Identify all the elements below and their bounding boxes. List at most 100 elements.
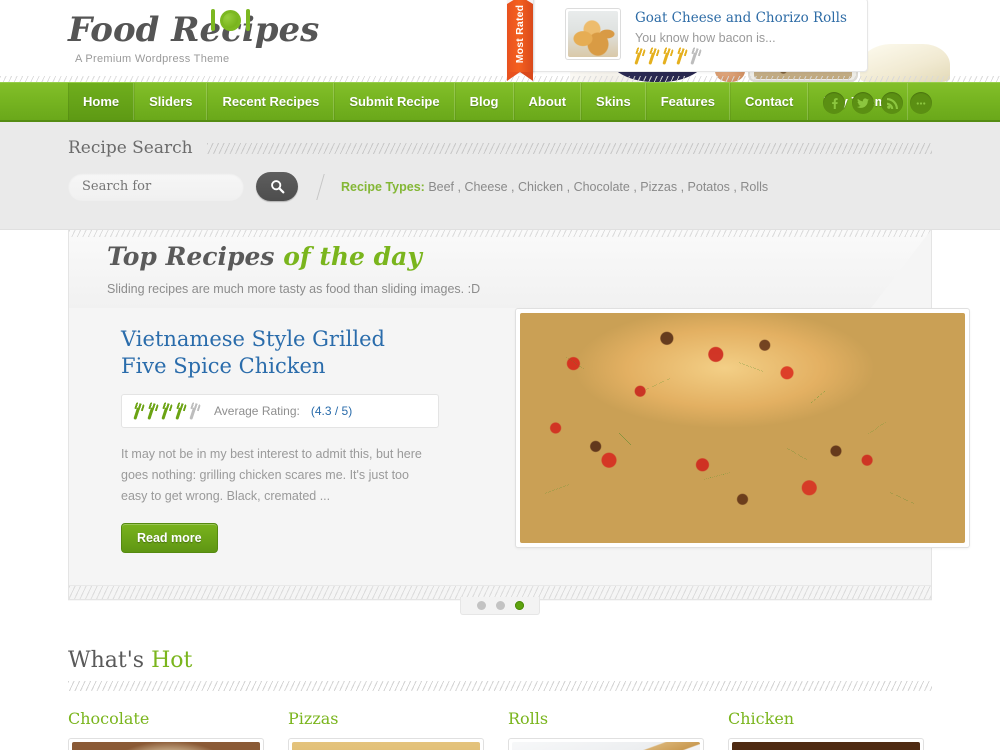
nav-item-submit-recipe[interactable]: Submit Recipe xyxy=(334,83,455,120)
category-title[interactable]: Chocolate xyxy=(68,709,264,728)
recipe-search-title: Recipe Search xyxy=(68,138,193,158)
recipe-type-separator: , xyxy=(563,179,574,194)
recipe-types-label: Recipe Types: xyxy=(341,179,425,194)
slide-image-frame[interactable] xyxy=(515,308,970,548)
category-title[interactable]: Rolls xyxy=(508,709,704,728)
plate-icon xyxy=(220,10,241,31)
nav-item-recent-recipes[interactable]: Recent Recipes xyxy=(207,83,335,120)
category-thumb-image xyxy=(732,742,920,750)
recipe-type-potatos[interactable]: Potatos xyxy=(688,180,730,194)
nav-item-skins[interactable]: Skins xyxy=(581,83,646,120)
slider-pagination xyxy=(460,597,540,615)
facebook-icon[interactable] xyxy=(823,92,845,114)
whats-hot-title: What's Hot xyxy=(68,648,932,673)
recipe-type-chicken[interactable]: Chicken xyxy=(518,180,563,194)
slider-dot-3[interactable] xyxy=(514,601,524,610)
site-logo[interactable]: Food Recipes A Premium Wordpress Theme xyxy=(68,8,319,65)
recipe-type-separator: , xyxy=(507,179,518,194)
most-rated-rating-forks xyxy=(633,46,702,65)
whats-hot-title-green: Hot xyxy=(151,648,193,673)
ribbon-notch xyxy=(507,0,533,4)
recipe-search-section: Recipe Search Recipe Types: Beef , Chees… xyxy=(0,122,1000,230)
rating-fork-2 xyxy=(647,46,660,65)
category-thumb-image xyxy=(72,742,260,750)
slider-heading: Top Recipes of the day xyxy=(107,242,422,271)
rating-fork-2 xyxy=(146,401,159,420)
category-thumbnail[interactable] xyxy=(508,738,704,750)
social-links xyxy=(823,83,932,123)
recipe-type-separator: , xyxy=(677,179,688,194)
rating-fork-3 xyxy=(661,46,674,65)
recipe-types-list: Recipe Types: Beef , Cheese , Chicken , … xyxy=(341,180,768,194)
rating-fork-4 xyxy=(174,401,187,420)
category-thumbnail[interactable] xyxy=(288,738,484,750)
category-thumbnail[interactable] xyxy=(68,738,264,750)
category-chocolate: Chocolate xyxy=(68,709,264,750)
recipe-type-beef[interactable]: Beef xyxy=(428,180,454,194)
recipe-type-rolls[interactable]: Rolls xyxy=(740,180,768,194)
rating-fork-3 xyxy=(160,401,173,420)
most-rated-ribbon-label: Most Rated xyxy=(514,4,526,64)
recipe-type-cheese[interactable]: Cheese xyxy=(464,180,507,194)
rating-value: (4.3 / 5) xyxy=(310,404,353,418)
read-more-button[interactable]: Read more xyxy=(121,523,218,553)
nav-item-sliders[interactable]: Sliders xyxy=(134,83,208,120)
recipe-type-separator: , xyxy=(729,179,741,194)
logo-subtitle: A Premium Wordpress Theme xyxy=(75,53,230,65)
slide-content: Vietnamese Style Grilled Five Spice Chic… xyxy=(69,308,970,558)
category-pizzas: Pizzas xyxy=(288,709,484,750)
nav-items: Home Sliders Recent Recipes Submit Recipe Bl… xyxy=(68,83,909,120)
rating-fork-4 xyxy=(675,46,688,65)
category-rolls: Rolls xyxy=(508,709,704,750)
whats-hot-section: What's Hot ChocolatePizzasRollsChicken ☰ xyxy=(68,648,932,750)
slide-recipe-title[interactable]: Vietnamese Style Grilled Five Spice Chic… xyxy=(121,326,409,380)
twitter-icon[interactable] xyxy=(852,92,874,114)
category-title[interactable]: Pizzas xyxy=(288,709,484,728)
rating-fork-1 xyxy=(132,401,145,420)
most-rated-title[interactable]: Goat Cheese and Chorizo Rolls xyxy=(635,10,847,26)
category-thumbnail[interactable] xyxy=(728,738,924,750)
page-root: Food Recipes A Premium Wordpress Theme H… xyxy=(0,0,1000,750)
most-rated-thumb-image xyxy=(568,11,618,57)
category-thumb-image xyxy=(512,742,700,750)
divider-slash xyxy=(316,173,325,200)
category-thumb-image xyxy=(292,742,480,750)
slide-rating-box: Average Rating: (4.3 / 5) xyxy=(121,394,439,428)
slider-dot-1[interactable] xyxy=(476,601,486,610)
slider-heading-green: of the day xyxy=(283,242,422,271)
rating-forks xyxy=(132,401,201,420)
hatch-divider-whats-hot xyxy=(68,681,932,691)
email-icon[interactable] xyxy=(910,92,932,114)
nav-item-home[interactable]: Home xyxy=(68,83,135,120)
search-input[interactable] xyxy=(68,172,244,201)
rating-fork-1 xyxy=(633,46,646,65)
recipe-type-chocolate[interactable]: Chocolate xyxy=(574,180,630,194)
search-button[interactable] xyxy=(256,172,298,201)
slider-subtitle: Sliding recipes are much more tasty as f… xyxy=(107,282,481,296)
hatch-divider xyxy=(206,142,932,154)
fork-icon xyxy=(211,9,215,31)
nav-item-about[interactable]: About xyxy=(513,83,582,120)
logo-title: Food Recipes xyxy=(68,10,320,50)
nav-item-features[interactable]: Features xyxy=(645,83,730,120)
rss-icon[interactable] xyxy=(881,92,903,114)
nav-item-blog[interactable]: Blog xyxy=(454,83,514,120)
slide-description: It may not be in my best interest to adm… xyxy=(121,447,422,503)
knife-icon xyxy=(246,9,250,31)
recipe-type-pizzas[interactable]: Pizzas xyxy=(640,180,677,194)
slider-dot-2[interactable] xyxy=(495,601,505,610)
category-grid: Chocolate Pizzas Rolls Chicken xyxy=(68,709,932,750)
nav-item-contact[interactable]: Contact xyxy=(729,83,809,120)
whats-hot-title-dark: What's xyxy=(68,648,145,673)
hatch-divider-top xyxy=(69,230,931,237)
category-title[interactable]: Chicken xyxy=(728,709,924,728)
rating-fork-5 xyxy=(188,401,201,420)
slider-header: Top Recipes of the day Sliding recipes a… xyxy=(69,230,931,308)
most-rated-card[interactable]: Most Rated Goat Cheese and Chorizo Rolls… xyxy=(507,0,868,81)
most-rated-thumbnail[interactable] xyxy=(565,8,621,60)
slider-heading-dark: Top Recipes xyxy=(107,242,275,271)
category-chicken: Chicken xyxy=(728,709,924,750)
search-icon xyxy=(270,180,284,194)
most-rated-ribbon: Most Rated xyxy=(507,0,533,81)
most-rated-excerpt: You know how bacon is... xyxy=(635,31,776,45)
